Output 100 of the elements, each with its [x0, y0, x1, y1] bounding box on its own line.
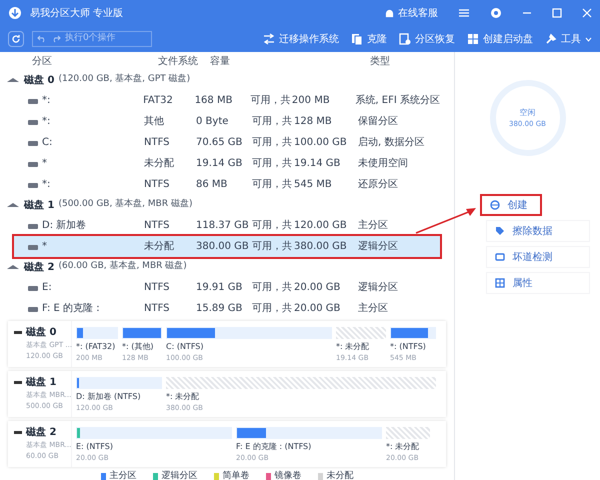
partition-row[interactable]: *: FAT32 168 MB 可用，共 200 MB 系统, EFI 系统分区: [14, 90, 440, 111]
table-cell-text: 可用，共: [252, 156, 293, 171]
toolbar-button[interactable]: 工具: [545, 32, 592, 46]
table-cell-text: 120.00 GB: [294, 219, 348, 233]
table-cell-text: 系统, EFI 系统分区: [355, 94, 440, 108]
table-cell-text: 128 MB: [294, 115, 333, 129]
side-action-button[interactable]: 创建: [480, 194, 542, 216]
ring-label: 空闲: [520, 106, 536, 119]
settings-icon[interactable]: [490, 7, 502, 19]
grid-icon: [467, 33, 479, 45]
table-cell-text: 86 MB: [196, 178, 228, 192]
partition-bar[interactable]: [236, 427, 382, 439]
partition-row[interactable]: * 未分配 380.00 GB 可用，共 380.00 GB 逻辑分区: [14, 236, 440, 257]
drive-icon: [28, 222, 38, 228]
close-icon[interactable]: [582, 8, 592, 18]
disk-title[interactable]: 磁盘 2: [24, 260, 54, 274]
table-cell-text: 0 Byte: [196, 115, 230, 129]
table-cell-text: D: 新加卷: [42, 218, 86, 233]
partition-label: *: 未分配: [336, 341, 370, 353]
partition-row[interactable]: E: NTFS 19.91 GB 可用，共 20.00 GB 逻辑分区: [14, 277, 440, 298]
undo-icon[interactable]: [37, 35, 47, 43]
table-cell-text: 其他: [144, 114, 165, 129]
table-cell-text: 主分区: [358, 302, 389, 316]
column-header[interactable]: 文件系统: [158, 54, 210, 68]
toolbar-button[interactable]: 创建启动盘: [467, 32, 533, 46]
drive-icon: [28, 182, 38, 188]
redo-icon[interactable]: [51, 35, 61, 43]
side-action-button[interactable]: 坏道检测: [486, 246, 590, 268]
partition-label: *: (NTFS): [390, 341, 427, 353]
table-cell-text: C:: [42, 136, 52, 150]
drive-icon: [28, 140, 38, 146]
table-cell-text: 可用，共: [252, 136, 293, 150]
drive-icon: [28, 244, 38, 250]
partition-label: *: 未分配: [386, 441, 420, 453]
disk-name: 磁盘 2: [26, 426, 56, 440]
table-cell-text: NTFS: [144, 178, 171, 192]
drive-icon: [14, 431, 22, 434]
toolbar-button[interactable]: 克隆: [351, 32, 387, 46]
app-logo-icon: [8, 6, 22, 20]
disk-title[interactable]: 磁盘 0: [24, 72, 54, 88]
table-cell-text: 19.14 GB: [294, 157, 342, 171]
disk-title[interactable]: 磁盘 1: [24, 198, 54, 212]
table-cell-text: 保留分区: [358, 115, 399, 129]
partition-bar[interactable]: [390, 327, 436, 339]
table-cell-text: 未使用空间: [358, 156, 409, 171]
column-header[interactable]: 分区: [0, 54, 158, 68]
drive-icon: [28, 118, 38, 124]
table-cell-text: 可用，共: [250, 94, 292, 108]
disk-name: 磁盘 1: [26, 376, 56, 390]
table-cell-text: 启动, 数据分区: [358, 136, 426, 150]
column-header[interactable]: 类型: [370, 54, 454, 68]
refresh-button[interactable]: [8, 31, 24, 47]
toolbar-button[interactable]: 迁移操作系统: [263, 32, 339, 46]
table-cell-text: 200 MB: [292, 94, 331, 108]
partition-row[interactable]: *: NTFS 86 MB 可用，共 545 MB 还原分区: [14, 174, 440, 195]
table-cell-text: 还原分区: [358, 178, 399, 192]
partition-bar[interactable]: [166, 327, 332, 339]
partition-label: E: (NTFS): [76, 441, 114, 453]
table-cell-text: 可用，共: [252, 240, 293, 254]
tag-icon: [494, 226, 504, 236]
table-cell-text: *:: [42, 115, 50, 129]
partition-row[interactable]: * 未分配 19.14 GB 可用，共 19.14 GB 未使用空间: [14, 153, 440, 174]
table-cell-text: 100.00 GB: [294, 136, 348, 150]
legend-label: 主分区: [110, 470, 136, 480]
maximize-icon[interactable]: [552, 8, 562, 18]
column-header[interactable]: 容量: [210, 54, 370, 68]
drive-icon: [494, 252, 504, 262]
table-cell-text: FAT32: [143, 94, 174, 108]
drive-icon: [14, 381, 22, 384]
swap-arrows-icon: [263, 33, 275, 45]
copy-icon: [351, 33, 363, 45]
table-cell-text: 70.65 GB: [196, 136, 244, 150]
partition-bar[interactable]: [76, 327, 118, 339]
table-cell-text: 545 MB: [294, 178, 333, 192]
grid-icon: [494, 278, 504, 288]
table-cell-text: *: [42, 157, 47, 171]
menu-icon[interactable]: [458, 8, 470, 18]
side-action-button[interactable]: 属性: [486, 272, 590, 294]
side-action-button[interactable]: 擦除数据: [486, 220, 590, 242]
partition-label: *: 未分配: [166, 391, 200, 403]
table-cell-text: 可用，共: [252, 178, 293, 192]
support-button[interactable]: 在线客服: [385, 6, 438, 20]
table-cell-text: 可用，共: [252, 302, 293, 316]
table-cell-text: NTFS: [144, 219, 171, 233]
toolbar-button[interactable]: 分区恢复: [399, 32, 455, 46]
table-cell-text: F: E 的克隆 :: [42, 302, 100, 316]
table-cell-text: 可用，共: [252, 218, 293, 233]
partition-row[interactable]: F: E 的克隆 : NTFS 15.89 GB 可用，共 20.00 GB 主分区: [14, 298, 440, 319]
partition-label: F: E 的克隆 : (NTFS): [236, 441, 312, 453]
partition-row[interactable]: D: 新加卷 NTFS 118.37 GB 可用，共 120.00 GB 主分区: [14, 215, 440, 236]
partition-label: C: (NTFS): [166, 341, 204, 353]
disk-info: (500.00 GB, 基本盘, MBR 磁盘): [58, 198, 192, 212]
disk-name: 磁盘 0: [26, 326, 56, 340]
partition-row[interactable]: C: NTFS 70.65 GB 可用，共 100.00 GB 启动, 数据分区: [14, 132, 440, 153]
callout-arrow: [415, 205, 477, 235]
partition-row[interactable]: *: 其他 0 Byte 可用，共 128 MB 保留分区: [14, 111, 440, 132]
wrench-icon: [545, 33, 557, 45]
table-cell-text: 未分配: [144, 240, 175, 254]
table-cell-text: 逻辑分区: [358, 280, 399, 295]
table-cell-text: E:: [42, 281, 52, 295]
